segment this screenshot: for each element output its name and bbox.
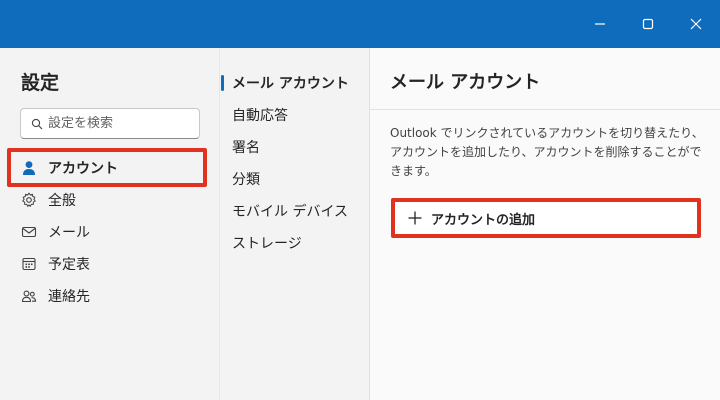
subnav-item-mobile-devices[interactable]: モバイル デバイス — [232, 199, 348, 223]
gear-icon — [20, 191, 38, 209]
close-icon — [690, 18, 702, 30]
account-highlight-frame — [7, 148, 207, 187]
sidebar-item-contacts[interactable]: 連絡先 — [8, 280, 206, 312]
sidebar-item-general[interactable]: 全般 — [8, 184, 206, 216]
minimize-icon — [595, 23, 605, 25]
sidebar-item-mail[interactable]: メール — [8, 216, 206, 248]
subnav-item-mail-accounts[interactable]: メール アカウント — [232, 71, 349, 95]
close-button[interactable] — [672, 0, 720, 48]
add-account-button[interactable]: アカウントの追加 — [391, 198, 701, 238]
subnav-item-signatures[interactable]: 署名 — [232, 135, 260, 159]
content-pane: メール アカウント Outlook でリンクされているアカウントを切り替えたり、… — [369, 48, 720, 400]
search-input[interactable] — [48, 116, 198, 131]
title-bar — [0, 0, 720, 48]
mail-icon — [20, 223, 38, 241]
maximize-icon — [642, 18, 654, 30]
description-text: Outlook でリンクされているアカウントを切り替えたり、アカウントを追加した… — [390, 126, 704, 178]
search-icon — [31, 118, 43, 129]
settings-sidebar: 設定 アカウント 全般 — [0, 48, 219, 400]
subnav-item-categories[interactable]: 分類 — [232, 167, 260, 191]
settings-title: 設定 — [21, 72, 60, 94]
account-subnav: メール アカウント 自動応答 署名 分類 モバイル デバイス ストレージ — [219, 48, 369, 400]
plus-icon — [408, 211, 422, 225]
calendar-icon — [20, 255, 38, 273]
sidebar-item-label: 予定表 — [48, 257, 90, 273]
sidebar-item-label: メール — [48, 225, 90, 241]
maximize-button[interactable] — [624, 0, 672, 48]
selected-indicator — [221, 75, 224, 91]
add-account-label: アカウントの追加 — [431, 212, 536, 228]
minimize-button[interactable] — [576, 0, 624, 48]
search-box[interactable] — [20, 108, 200, 139]
subnav-item-auto-replies[interactable]: 自動応答 — [232, 103, 288, 127]
people-icon — [20, 287, 38, 305]
sidebar-item-calendar[interactable]: 予定表 — [8, 248, 206, 280]
page-title: メール アカウント — [390, 72, 541, 93]
sidebar-item-label: 連絡先 — [48, 289, 90, 305]
header-divider — [370, 109, 720, 110]
subnav-item-storage[interactable]: ストレージ — [232, 231, 302, 255]
sidebar-item-label: 全般 — [48, 193, 76, 209]
